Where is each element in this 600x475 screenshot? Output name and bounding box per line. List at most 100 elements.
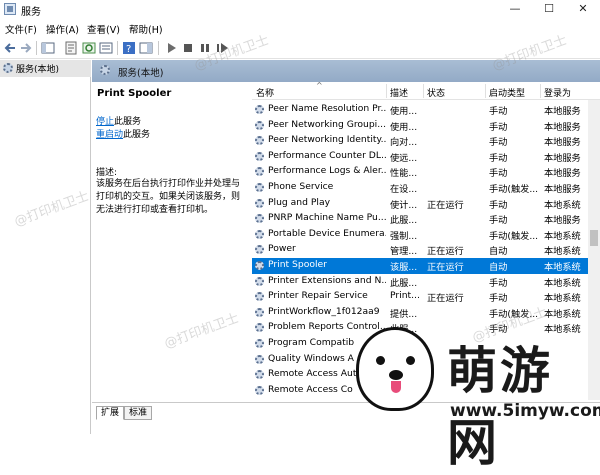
- restart-suffix: 此服务: [123, 130, 151, 140]
- cell-startup-type: 手动: [489, 106, 508, 117]
- column-divider[interactable]: [540, 84, 541, 98]
- stop-service-link[interactable]: 停止: [96, 117, 114, 127]
- stop-service-icon[interactable]: [181, 41, 195, 55]
- menu-action[interactable]: 操作(A): [46, 22, 79, 36]
- service-title: Print Spooler: [97, 88, 172, 99]
- help-icon[interactable]: ?: [122, 41, 136, 55]
- table-row[interactable]: Phone Service 在设... 手动(触发... 本地服务: [252, 180, 588, 196]
- menu-help[interactable]: 帮助(H): [129, 22, 163, 36]
- cell-log-on-as: 本地系统: [544, 293, 581, 305]
- cell-log-on-as: 本地系统: [544, 308, 581, 320]
- cell-description: 在设...: [390, 184, 418, 195]
- table-row[interactable]: Portable Device Enumera... 强制... 手动(触发... 本…: [252, 227, 588, 243]
- cell-startup-type: 手动(触发...: [489, 230, 539, 242]
- table-row[interactable]: Performance Counter DL... 使远... 手动 本地服务: [252, 149, 588, 165]
- gear-icon: [255, 292, 264, 302]
- dog-eye: [406, 356, 415, 365]
- minimize-button[interactable]: —: [498, 0, 532, 19]
- panel-header-label: 服务(本地): [118, 68, 164, 79]
- column-header-startup-type[interactable]: 启动类型: [489, 86, 525, 99]
- properties-icon[interactable]: [64, 41, 78, 55]
- cell-log-on-as: 本地系统: [544, 199, 581, 211]
- back-arrow-icon[interactable]: [3, 41, 17, 55]
- cell-description: 性能...: [390, 168, 418, 180]
- menu-view[interactable]: 查看(V): [87, 22, 120, 36]
- cell-name: Power: [268, 243, 296, 255]
- export-list-icon[interactable]: [99, 41, 113, 55]
- start-service-icon[interactable]: [164, 41, 178, 55]
- dog-nose: [389, 370, 403, 380]
- console-tree: 服务(本地): [0, 60, 91, 434]
- cell-description: 使用...: [390, 121, 418, 133]
- table-row[interactable]: Printer Extensions and N... 此服... 手动 本地系统: [252, 274, 588, 290]
- site-logo: 萌游网 www.5imyw.com: [352, 327, 600, 472]
- cell-log-on-as: 本地系统: [544, 230, 581, 242]
- column-header-log-on-as[interactable]: 登录为: [544, 86, 571, 99]
- gear-icon: [255, 245, 264, 255]
- cell-name: Portable Device Enumera...: [268, 227, 386, 239]
- table-row[interactable]: Print Spooler 该服... 正在运行 自动 本地系统: [252, 258, 588, 274]
- table-row[interactable]: Peer Networking Identity... 向对... 手动 本地服务: [252, 133, 588, 149]
- sort-ascending-icon: ^: [316, 82, 323, 90]
- column-header-name[interactable]: 名称: [256, 86, 274, 99]
- cell-log-on-as: 本地系统: [544, 277, 581, 289]
- console-tree-icon[interactable]: [41, 41, 55, 55]
- cell-name: Printer Repair Service: [268, 290, 368, 302]
- scrollbar-thumb[interactable]: [590, 230, 598, 246]
- gear-icon: [255, 214, 264, 224]
- table-row[interactable]: Plug and Play 使计... 正在运行 手动 本地系统: [252, 196, 588, 212]
- tree-item-services-local[interactable]: 服务(本地): [0, 60, 91, 77]
- cell-startup-type: 手动: [489, 215, 508, 227]
- cell-name: Peer Networking Identity...: [268, 134, 386, 146]
- title-bar: 服务 — ☐ ✕: [0, 0, 600, 19]
- toolbar-divider: [36, 41, 37, 55]
- cell-description: 使远...: [390, 152, 418, 164]
- description-pane: Print Spooler 停止此服务 重启动此服务 描述: 该服务在后台执行打…: [92, 82, 247, 402]
- cell-description: 此服...: [390, 215, 418, 227]
- table-row[interactable]: Performance Logs & Aler... 性能... 手动 本地服务: [252, 164, 588, 180]
- restart-service-link[interactable]: 重启动: [96, 130, 123, 140]
- snap-view-icon[interactable]: [139, 41, 153, 55]
- gear-icon: [255, 151, 264, 161]
- column-divider[interactable]: [386, 84, 387, 98]
- refresh-icon[interactable]: [82, 41, 96, 55]
- cell-description: 强制...: [390, 230, 418, 242]
- tab-extended[interactable]: 扩展: [96, 406, 125, 420]
- cell-startup-type: 手动: [489, 168, 508, 180]
- column-header-status[interactable]: 状态: [427, 86, 445, 99]
- column-divider[interactable]: [423, 84, 424, 98]
- column-divider[interactable]: [485, 84, 486, 98]
- cell-name: Phone Service: [268, 181, 334, 192]
- table-row[interactable]: PNRP Machine Name Pu... 此服... 手动 本地服务: [252, 211, 588, 227]
- table-row[interactable]: Power 管理... 正在运行 自动 本地系统: [252, 242, 588, 258]
- window-title: 服务: [21, 7, 41, 18]
- gear-icon: [255, 136, 264, 146]
- cell-description: 此服...: [390, 277, 418, 289]
- cell-status: 正在运行: [427, 262, 464, 273]
- close-button[interactable]: ✕: [566, 0, 600, 19]
- cell-description: 使计...: [390, 199, 418, 211]
- cell-log-on-as: 本地服务: [544, 184, 581, 195]
- table-row[interactable]: Peer Networking Groupi... 使用... 手动 本地服务: [252, 118, 588, 134]
- menu-file[interactable]: 文件(F): [5, 22, 37, 36]
- cell-name: Plug and Play: [268, 196, 331, 208]
- cell-log-on-as: 本地服务: [544, 152, 581, 164]
- dog-mascot-icon: [356, 327, 434, 411]
- forward-arrow-icon[interactable]: [19, 41, 33, 55]
- gear-icon: [255, 276, 264, 286]
- maximize-button[interactable]: ☐: [532, 0, 566, 19]
- stop-line: 停止此服务: [96, 114, 141, 127]
- cell-name: Printer Extensions and N...: [268, 274, 386, 286]
- column-header-description[interactable]: 描述: [390, 86, 408, 99]
- cell-log-on-as: 本地系统: [544, 262, 581, 273]
- cell-description: Print...: [390, 290, 420, 302]
- dog-eye: [376, 356, 385, 365]
- svg-text:?: ?: [126, 44, 131, 55]
- services-app-icon: [4, 3, 16, 15]
- tab-standard[interactable]: 标准: [124, 406, 153, 420]
- gear-icon: [255, 354, 264, 364]
- gear-icon: [255, 307, 264, 317]
- cell-name: PrintWorkflow_1f012aa9: [268, 305, 380, 317]
- tree-item-label: 服务(本地): [16, 65, 60, 75]
- table-row[interactable]: Peer Name Resolution Pr... 使用... 手动 本地服务: [252, 102, 588, 118]
